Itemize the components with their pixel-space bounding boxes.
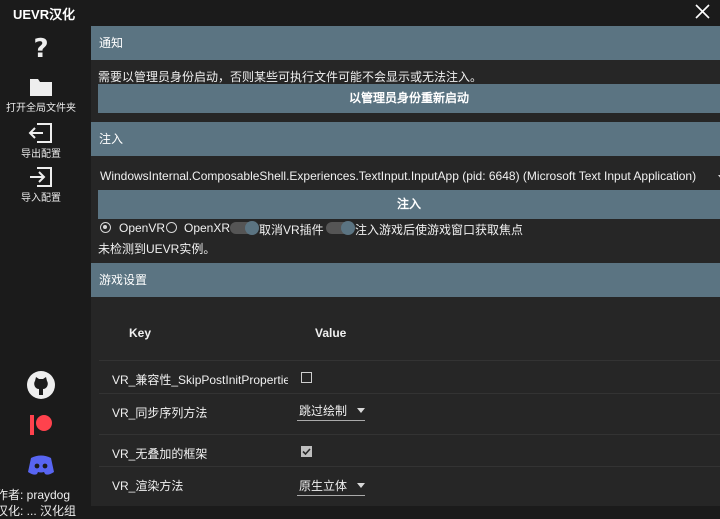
no-overlay-frame-checkbox[interactable] <box>301 446 312 457</box>
sidebar: ? 打开全局文件夹 导出配置 导入配置 <box>0 26 82 506</box>
openxr-label: OpenXR <box>184 221 231 235</box>
author-credit: 作者: praydog <box>0 488 71 502</box>
process-select[interactable]: WindowsInternal.ComposableShell.Experien… <box>98 167 720 187</box>
open-global-folder-button[interactable]: 打开全局文件夹 <box>0 76 82 114</box>
settings-table: Key Value VR_兼容性_SkipPostInitProperties … <box>91 294 720 506</box>
export-config-button[interactable]: 导出配置 <box>0 122 82 160</box>
inject-header[interactable]: 注入 <box>91 122 720 156</box>
discord-icon <box>28 455 54 475</box>
focus-game-window-toggle[interactable] <box>326 221 355 235</box>
disable-vr-plugin-toggle[interactable] <box>230 221 259 235</box>
disable-vr-plugin-label: 取消VR插件 <box>259 223 324 237</box>
chevron-down-icon <box>357 483 365 488</box>
close-icon[interactable] <box>693 0 713 24</box>
import-icon <box>30 167 52 187</box>
main-panel: 通知 需要以管理员身份启动，否则某些可执行文件可能不会显示或无法注入。 以管理员… <box>91 26 720 506</box>
game-settings-header[interactable]: 游戏设置 <box>91 263 720 297</box>
focus-game-window-label: 注入游戏后使游戏窗口获取焦点 <box>355 223 524 237</box>
runtime-options-row: OpenVR OpenXR 取消VR插件 注入游戏后使游戏窗口获取焦点 <box>98 221 718 237</box>
sidebar-item-label: 导入配置 <box>21 193 61 204</box>
dropdown-value: 原生立体 <box>299 479 348 493</box>
sync-sequence-dropdown[interactable]: 跳过绘制 <box>297 398 365 421</box>
skip-post-init-checkbox[interactable] <box>301 372 312 383</box>
sidebar-item-label: 导出配置 <box>21 149 61 160</box>
discord-link[interactable] <box>0 453 82 477</box>
svg-text:?: ? <box>33 34 48 62</box>
export-icon <box>28 123 52 143</box>
notice-header[interactable]: 通知 <box>91 26 720 60</box>
openvr-label: OpenVR <box>119 221 166 235</box>
row-divider <box>99 466 720 467</box>
setting-key: VR_无叠加的框架 <box>112 447 208 461</box>
dropdown-value: 跳过绘制 <box>299 404 348 418</box>
inject-button[interactable]: 注入 <box>98 190 720 219</box>
github-icon <box>27 371 55 399</box>
sidebar-item-label: 打开全局文件夹 <box>6 103 76 114</box>
render-method-dropdown[interactable]: 原生立体 <box>297 473 365 496</box>
translator-credit: 汉化: ... 汉化组 <box>0 504 77 518</box>
setting-key: VR_兼容性_SkipPostInitProperties <box>112 373 288 387</box>
admin-notice-text: 需要以管理员身份启动，否则某些可执行文件可能不会显示或无法注入。 <box>98 70 483 84</box>
patreon-link[interactable] <box>0 412 82 438</box>
row-divider <box>99 393 720 394</box>
row-divider <box>99 360 720 361</box>
openxr-radio[interactable] <box>166 222 177 233</box>
openvr-radio[interactable] <box>100 222 111 233</box>
row-divider <box>99 434 720 435</box>
import-config-button[interactable]: 导入配置 <box>0 166 82 204</box>
process-select-value: WindowsInternal.ComposableShell.Experien… <box>100 169 697 183</box>
help-icon: ? <box>33 34 48 62</box>
setting-key: VR_渲染方法 <box>112 479 184 493</box>
patreon-icon <box>30 415 52 435</box>
uevr-status-text: 未检测到UEVR实例。 <box>98 242 216 256</box>
app-title: UEVR汉化 <box>13 7 76 22</box>
column-header-value: Value <box>315 326 347 340</box>
check-icon <box>302 448 311 456</box>
restart-as-admin-button[interactable]: 以管理员身份重新启动 <box>98 84 720 113</box>
chevron-down-icon <box>357 408 365 413</box>
setting-key: VR_同步序列方法 <box>112 406 208 420</box>
folder-icon <box>30 79 52 96</box>
help-button[interactable]: ? <box>0 34 82 62</box>
title-bar: UEVR汉化 <box>0 0 720 26</box>
column-header-key: Key <box>129 326 152 340</box>
github-link[interactable] <box>0 370 82 400</box>
